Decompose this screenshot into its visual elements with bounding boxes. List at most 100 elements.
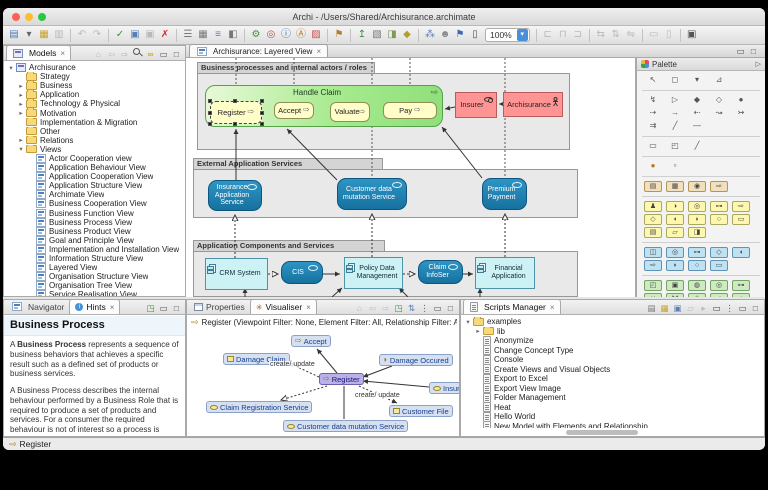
element-valuate[interactable]: Valuate⇨: [330, 102, 370, 122]
model-tree-layered-view[interactable]: Layered View: [4, 263, 185, 272]
palette-technology-interface-icon[interactable]: ⊶: [732, 280, 750, 291]
forward-icon[interactable]: ⇨: [119, 48, 130, 60]
minimize-icon[interactable]: ▭: [158, 48, 169, 60]
palette-business-process-icon[interactable]: ⇨: [732, 201, 750, 212]
palette-aggregation-relation-icon[interactable]: ◇: [708, 94, 730, 106]
vis-node-register[interactable]: ⇨Register: [319, 373, 364, 385]
model-tree-application[interactable]: ▸Application: [4, 90, 185, 99]
palette-serving-relation-icon[interactable]: →: [664, 107, 686, 119]
script-hello-world[interactable]: Hello World: [461, 412, 764, 422]
menu-icon[interactable]: ⋮: [724, 302, 735, 314]
palette-application-interaction-icon[interactable]: ◖: [732, 247, 750, 258]
open-model-icon[interactable]: ▦: [37, 28, 51, 43]
palette-application-interface-icon[interactable]: ⊶: [688, 247, 706, 258]
tab-scripts-manager[interactable]: Scripts Manager ×: [463, 299, 561, 314]
palette-device-icon[interactable]: ▣: [666, 280, 684, 291]
model-tree-goal-and-principle-view[interactable]: Goal and Principle View: [4, 236, 185, 245]
palette-path-icon[interactable]: ↭: [644, 293, 662, 297]
palette-resource-icon[interactable]: ▤: [644, 181, 662, 192]
model-tree-application-behaviour-view[interactable]: Application Behaviour View: [4, 163, 185, 172]
horizontal-scrollbar[interactable]: [566, 430, 638, 435]
model-tree-technology-physical[interactable]: ▸Technology & Physical: [4, 99, 185, 108]
palette-contract-icon[interactable]: ▤: [644, 227, 662, 238]
element-insurer[interactable]: Insurer: [455, 92, 497, 118]
twisty-icon[interactable]: ▾: [17, 145, 25, 153]
hierarchy-view-icon[interactable]: ≡: [211, 28, 225, 43]
script-change-concept-type[interactable]: Change Concept Type: [461, 346, 764, 356]
twisty-icon[interactable]: ▸: [17, 100, 25, 108]
vis-node-claim-registration-service[interactable]: Claim Registration Service: [206, 401, 312, 413]
palette-influence-relation-icon[interactable]: ↝: [708, 107, 730, 119]
element-customer-data-mutation-service[interactable]: Customer data mutation Service: [337, 178, 407, 210]
palette-line-tool-icon[interactable]: ╱: [686, 140, 708, 152]
script-examples[interactable]: ▾examples: [461, 317, 764, 327]
palette-connection-icon[interactable]: —: [686, 120, 708, 132]
tab-models[interactable]: Models ×: [6, 45, 71, 60]
script-console[interactable]: Console: [461, 355, 764, 365]
palette-select-tool-icon[interactable]: ↖: [642, 74, 664, 86]
palette-business-collaboration-icon[interactable]: ◎: [688, 201, 706, 212]
palette-technology-interaction-icon[interactable]: ◖: [732, 293, 750, 297]
delete-icon[interactable]: ✗: [158, 28, 172, 43]
maximize-icon[interactable]: □: [748, 45, 759, 57]
palette-application-collaboration-icon[interactable]: ◎: [666, 247, 684, 258]
minimize-icon[interactable]: ▭: [737, 302, 748, 314]
palette-business-object-icon[interactable]: ▭: [732, 214, 750, 225]
palette-access-relation-icon[interactable]: ⇠: [686, 107, 708, 119]
palette-capability-icon[interactable]: ▦: [666, 181, 684, 192]
palette-marquee-menu-icon[interactable]: ▾: [686, 74, 708, 86]
palette-application-component-icon[interactable]: ◫: [644, 247, 662, 258]
model-tree-application-structure-view[interactable]: Application Structure View: [4, 181, 185, 190]
palette-business-service-icon[interactable]: ○: [710, 214, 728, 225]
model-tree-implementation-migration[interactable]: Implementation & Migration: [4, 118, 185, 127]
tab-layered-view[interactable]: Archisurance: Layered View ×: [189, 44, 328, 57]
open-folder-icon[interactable]: ▦: [659, 302, 670, 314]
publish-icon[interactable]: ⚑: [453, 28, 467, 43]
palette-assignment-relation-icon[interactable]: ●: [730, 94, 752, 106]
palette-application-process-icon[interactable]: ⇨: [644, 260, 662, 271]
element-premium-payment[interactable]: Premium Payment: [482, 178, 527, 210]
twisty-icon[interactable]: ▸: [17, 82, 25, 90]
twisty-icon[interactable]: ▾: [7, 64, 15, 72]
script-export-view-image[interactable]: Export View Image: [461, 384, 764, 394]
palette-application-service-icon[interactable]: ○: [688, 260, 706, 271]
script-create-views-and-visual-objects[interactable]: Create Views and Visual Objects: [461, 365, 764, 375]
palette-value-stream-icon[interactable]: ⇨: [710, 181, 728, 192]
palette-course-of-action-icon[interactable]: ◉: [688, 181, 706, 192]
palette-technology-function-icon[interactable]: ◇: [688, 293, 706, 297]
model-tree-business[interactable]: ▸Business: [4, 81, 185, 90]
new-model-icon[interactable]: ▤: [7, 28, 21, 43]
palette-representation-icon[interactable]: ▱: [666, 227, 684, 238]
palette-composition-relation-icon[interactable]: ◆: [686, 94, 708, 106]
model-tree-strategy[interactable]: Strategy: [4, 72, 185, 81]
new-menu-icon[interactable]: ▾: [22, 28, 36, 43]
script-heat[interactable]: Heat: [461, 403, 764, 413]
element-cis[interactable]: CIS: [281, 261, 323, 284]
derived-relations-icon[interactable]: ⚙: [249, 28, 263, 43]
model-tree-business-function-view[interactable]: Business Function View: [4, 209, 185, 218]
tab-navigator[interactable]: Navigator: [6, 299, 69, 314]
element-claim-infoser[interactable]: Claim InfoSer: [418, 260, 463, 284]
element-insurance-application-service[interactable]: Insurance Application Service: [208, 180, 262, 211]
maximize-icon[interactable]: □: [171, 302, 182, 314]
model-tree-organisation-tree-view[interactable]: Organisation Tree View: [4, 281, 185, 290]
script-new-model-with-elements-and-relationship[interactable]: New Model with Elements and Relationship: [461, 422, 764, 429]
collaborate-icon[interactable]: ☻: [438, 28, 452, 43]
close-icon[interactable]: ×: [550, 303, 555, 312]
report-icon[interactable]: ▧: [370, 28, 384, 43]
script-export-to-excel[interactable]: Export to Excel: [461, 374, 764, 384]
palette-magic-connector-icon[interactable]: ↯: [642, 94, 664, 106]
element-archisurance[interactable]: Archisurance: [503, 92, 563, 117]
model-info-icon[interactable]: ⓘ: [279, 28, 293, 43]
tab-hints[interactable]: i Hints ×: [69, 299, 120, 314]
palette-system-software-icon[interactable]: ◍: [688, 280, 706, 291]
minimize-icon[interactable]: ▭: [158, 302, 169, 314]
copy-icon[interactable]: ▣: [128, 28, 142, 43]
twisty-icon[interactable]: ▾: [464, 318, 472, 326]
palette-business-event-icon[interactable]: ◗: [688, 214, 706, 225]
palette-note-tool-icon[interactable]: ▭: [642, 140, 664, 152]
model-tree-information-structure-view[interactable]: Information Structure View: [4, 254, 185, 263]
palette-technology-process-icon[interactable]: ⇨: [710, 293, 728, 297]
palette-marquee-tool-icon[interactable]: ◻: [664, 74, 686, 86]
format-painter-icon[interactable]: ✓: [113, 28, 127, 43]
